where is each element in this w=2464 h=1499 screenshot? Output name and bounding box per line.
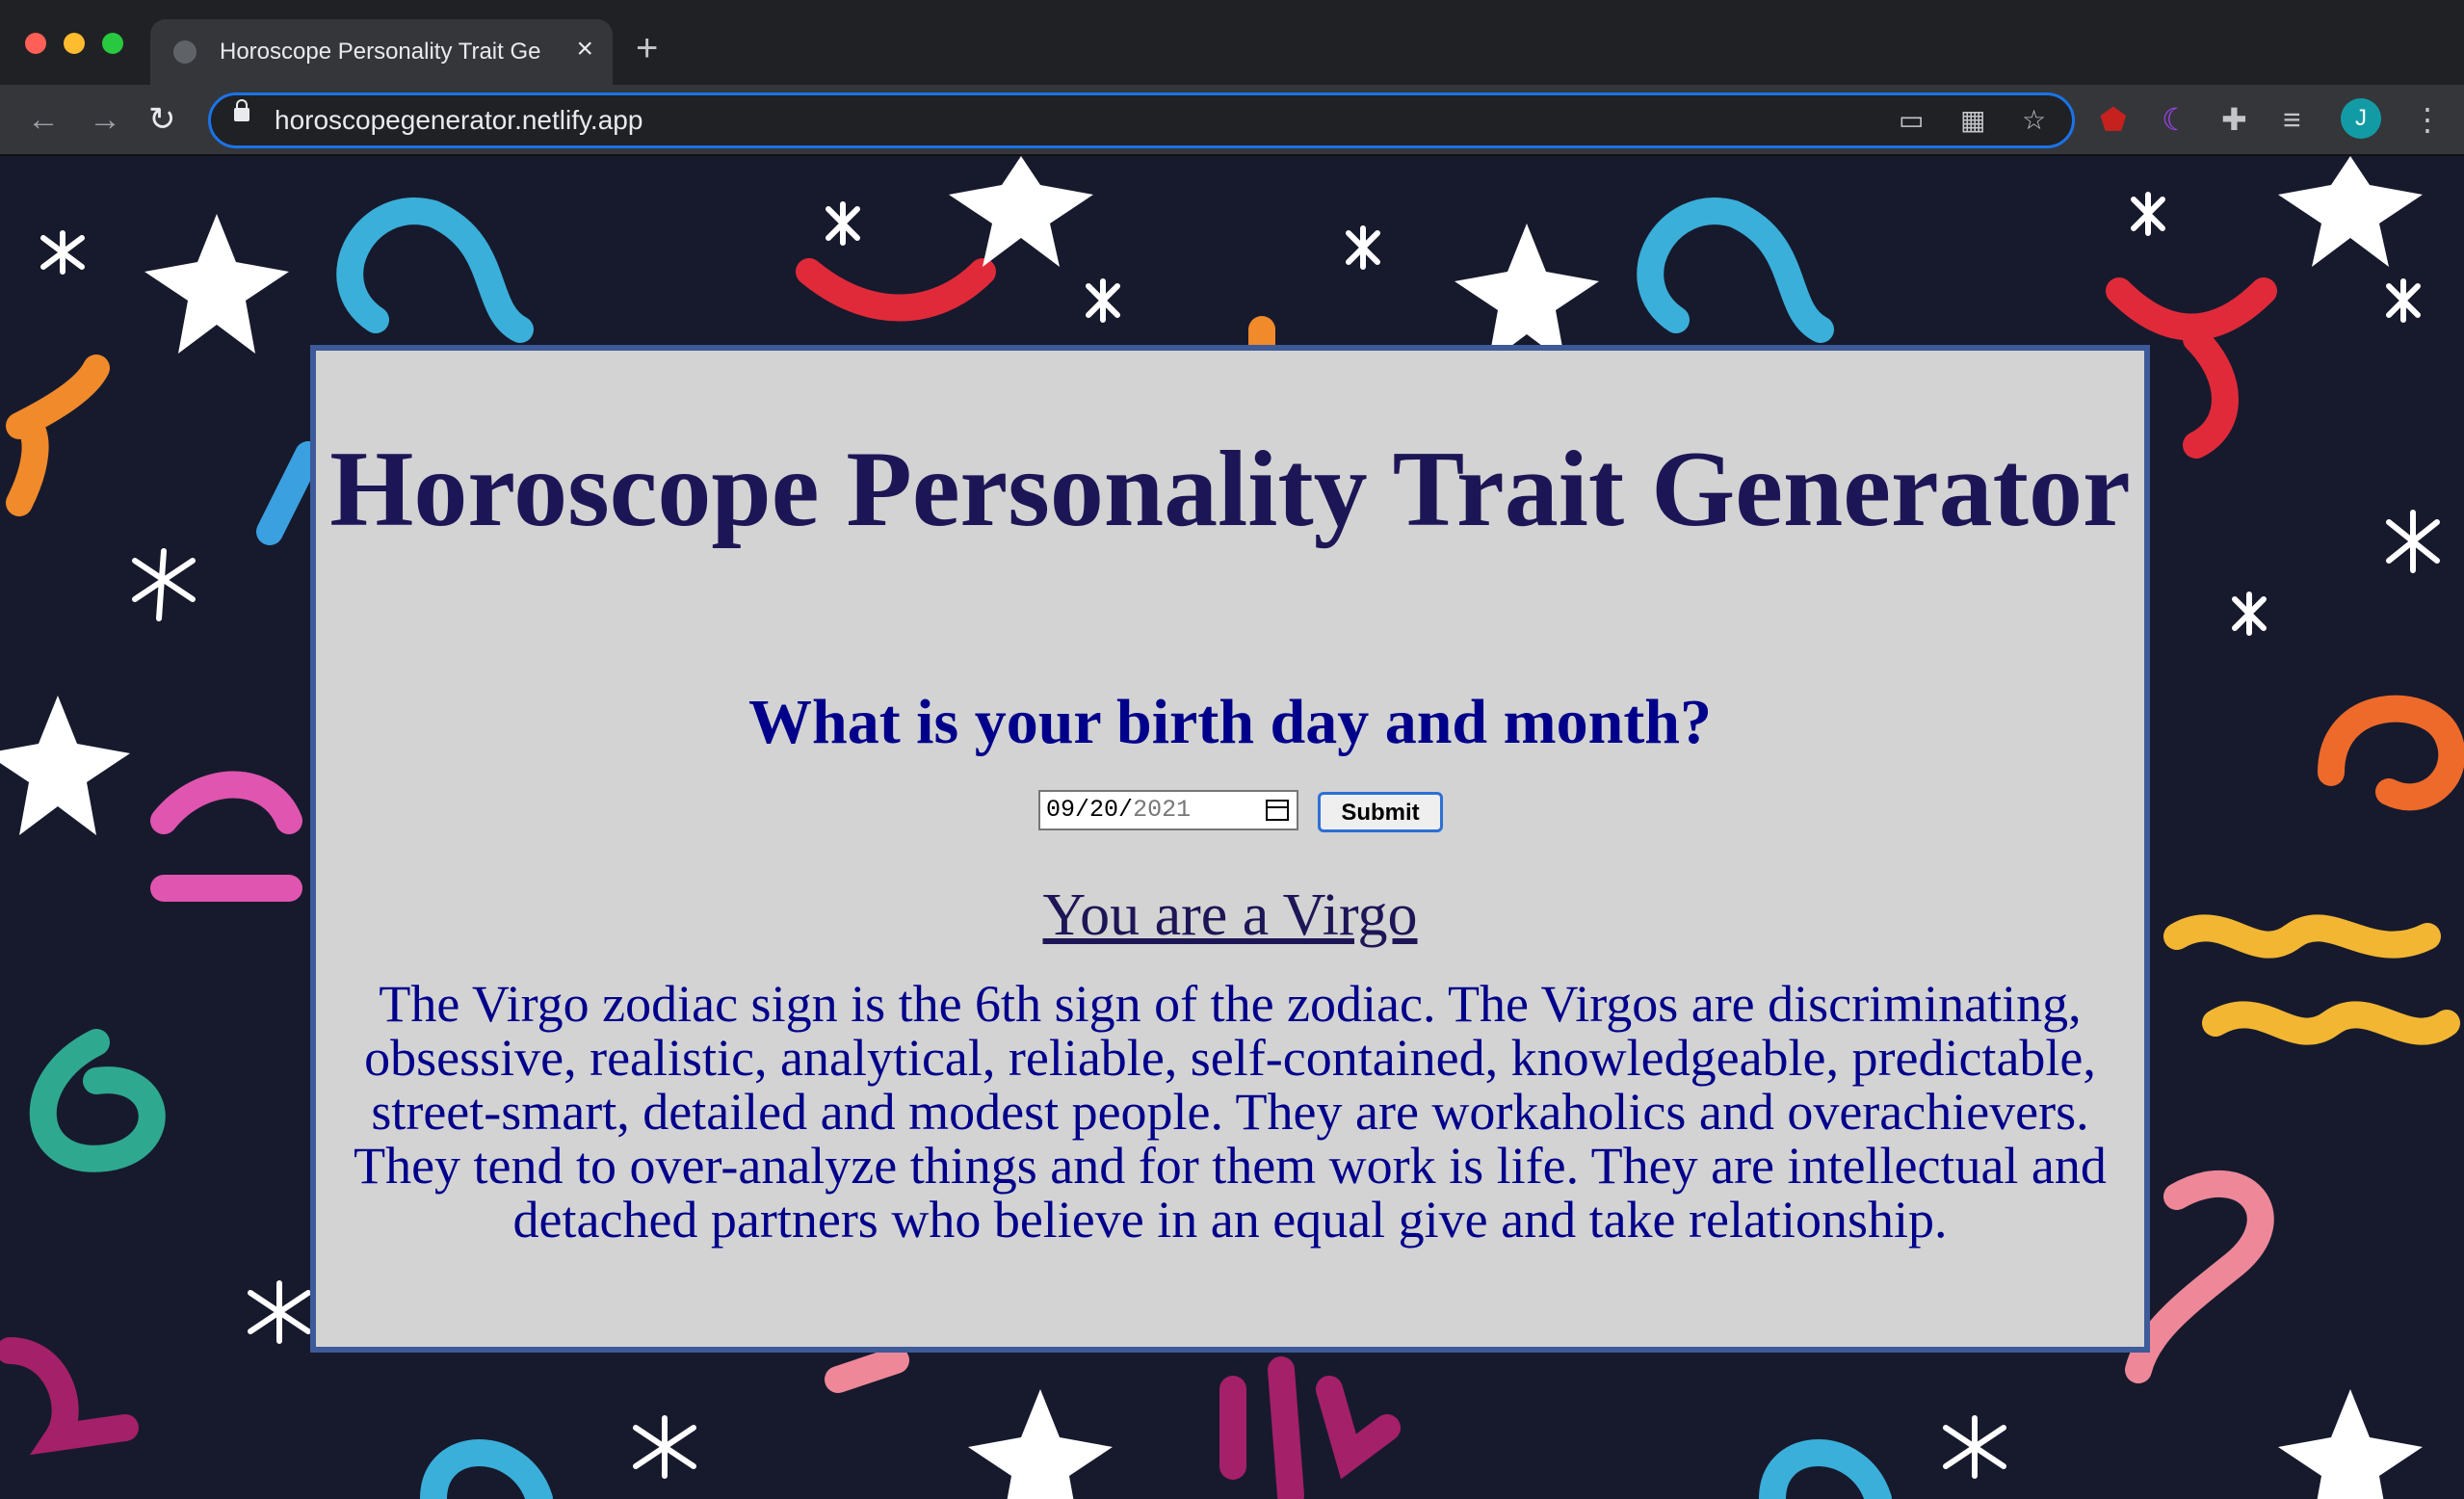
ublock-icon[interactable]: ⬟: [2100, 102, 2127, 137]
menu-icon[interactable]: ⋮: [2412, 102, 2443, 137]
date-separator: /: [1118, 796, 1134, 824]
browser-window: Horoscope Personality Trait Ge × + ← → ↻…: [0, 0, 2464, 1499]
new-tab-button[interactable]: +: [636, 29, 658, 67]
forward-icon[interactable]: →: [89, 100, 121, 139]
reload-icon[interactable]: ↻: [148, 100, 176, 139]
address-bar[interactable]: horoscopegenerator.netlify.app ▭ ▦ ☆: [208, 92, 2075, 148]
birth-date-input[interactable]: 09/20/2021: [1038, 790, 1298, 830]
page-title: Horoscope Personality Trait Generator: [329, 430, 2131, 549]
date-year[interactable]: 2021: [1133, 796, 1191, 824]
tab-bar: Horoscope Personality Trait Ge × +: [0, 0, 2464, 85]
result-heading: You are a Virgo: [1042, 882, 1418, 948]
close-window-button[interactable]: [25, 33, 46, 54]
avatar[interactable]: J: [2341, 98, 2381, 139]
browser-toolbar: ← → ↻ horoscopegenerator.netlify.app ▭ ▦…: [0, 85, 2464, 156]
back-icon[interactable]: ←: [27, 100, 60, 139]
cast-icon[interactable]: ▭: [1899, 105, 1924, 136]
close-icon[interactable]: ×: [576, 33, 593, 66]
active-tab[interactable]: Horoscope Personality Trait Ge ×: [150, 19, 613, 85]
date-month[interactable]: 09: [1046, 796, 1075, 824]
date-day[interactable]: 20: [1089, 796, 1118, 824]
page-background: Horoscope Personality Trait Generator Wh…: [0, 156, 2464, 1499]
apps-icon[interactable]: ▦: [1960, 105, 1985, 136]
globe-icon: [173, 40, 197, 64]
maximize-window-button[interactable]: [102, 33, 123, 54]
minimize-window-button[interactable]: [64, 33, 85, 54]
extensions-icon[interactable]: ✚: [2221, 102, 2247, 137]
tab-title: Horoscope Personality Trait Ge: [220, 39, 541, 65]
date-separator: /: [1075, 796, 1090, 824]
moon-icon[interactable]: ☾: [2162, 102, 2189, 137]
calendar-icon[interactable]: [1266, 800, 1289, 821]
lock-icon: [234, 99, 249, 121]
star-icon[interactable]: ☆: [2022, 105, 2046, 136]
reading-list-icon[interactable]: ≡: [2283, 102, 2301, 137]
url-text: horoscopegenerator.netlify.app: [275, 105, 643, 135]
horoscope-card: Horoscope Personality Trait Generator Wh…: [310, 345, 2150, 1353]
result-description: The Virgo zodiac sign is the 6th sign of…: [354, 975, 2107, 1249]
birth-date-question: What is your birth day and month?: [747, 687, 1713, 757]
submit-button[interactable]: Submit: [1318, 792, 1443, 832]
